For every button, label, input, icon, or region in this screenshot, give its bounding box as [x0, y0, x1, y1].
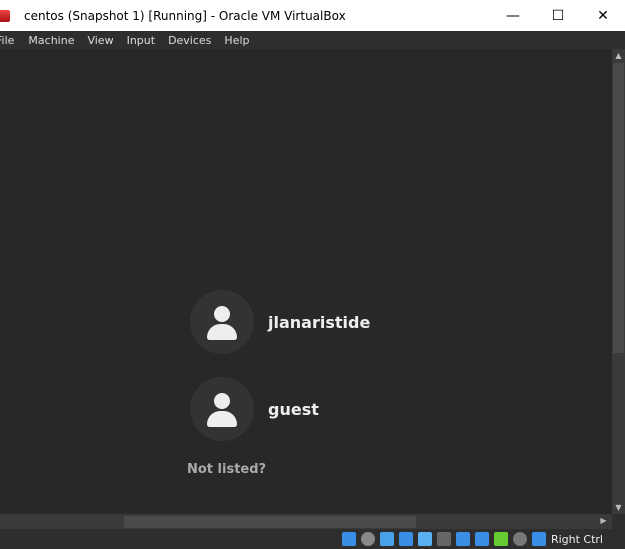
display-icon[interactable] — [455, 532, 470, 546]
horizontal-scrollbar[interactable]: ▶ — [0, 514, 612, 529]
not-listed-link[interactable]: Not listed? — [187, 462, 266, 477]
menu-devices[interactable]: Devices — [168, 34, 211, 47]
scroll-right-icon[interactable]: ▶ — [597, 516, 610, 525]
shared-folders-icon[interactable] — [436, 532, 451, 546]
user-icon — [214, 306, 230, 322]
title-bar: centos (Snapshot 1) [Running] - Oracle V… — [0, 0, 625, 31]
optical-drive-icon[interactable] — [360, 532, 375, 546]
menu-help[interactable]: Help — [224, 34, 249, 47]
avatar — [190, 290, 254, 354]
menu-file[interactable]: File — [0, 34, 14, 47]
menu-machine[interactable]: Machine — [28, 34, 74, 47]
window-title: centos (Snapshot 1) [Running] - Oracle V… — [24, 8, 346, 23]
menu-bar: File Machine View Input Devices Help — [0, 31, 625, 49]
menu-input[interactable]: Input — [127, 34, 155, 47]
audio-icon[interactable] — [379, 532, 394, 546]
network-icon[interactable] — [398, 532, 413, 546]
user-name: guest — [268, 399, 319, 419]
scroll-up-icon[interactable]: ▲ — [612, 51, 625, 60]
scroll-corner — [612, 514, 625, 529]
user-jlanaristide[interactable]: jlanaristide — [190, 290, 370, 354]
hard-disk-icon[interactable] — [341, 532, 356, 546]
user-icon-body — [207, 411, 237, 427]
virtualbox-icon — [0, 9, 10, 22]
user-name: jlanaristide — [268, 312, 371, 332]
keyboard-capture-icon[interactable] — [531, 532, 546, 546]
scroll-down-icon[interactable]: ▼ — [612, 503, 625, 512]
usb-icon[interactable] — [417, 532, 432, 546]
vertical-scrollbar[interactable]: ▲ ▼ — [612, 49, 625, 514]
horizontal-scroll-thumb[interactable] — [124, 516, 416, 528]
avatar — [190, 377, 254, 441]
user-guest[interactable]: guest — [190, 377, 319, 441]
close-button[interactable]: ✕ — [580, 0, 625, 31]
cpu-icon[interactable] — [493, 532, 508, 546]
user-icon — [214, 393, 230, 409]
vm-display[interactable] — [0, 49, 612, 514]
video-capture-icon[interactable] — [474, 532, 489, 546]
user-icon-body — [207, 324, 237, 340]
vertical-scroll-thumb[interactable] — [613, 63, 624, 353]
mouse-integration-icon[interactable] — [512, 532, 527, 546]
status-bar: Right Ctrl — [0, 529, 625, 549]
menu-view[interactable]: View — [87, 34, 113, 47]
minimize-button[interactable]: — — [490, 0, 536, 31]
maximize-button[interactable]: ☐ — [535, 0, 581, 31]
host-key-label: Right Ctrl — [550, 532, 603, 546]
